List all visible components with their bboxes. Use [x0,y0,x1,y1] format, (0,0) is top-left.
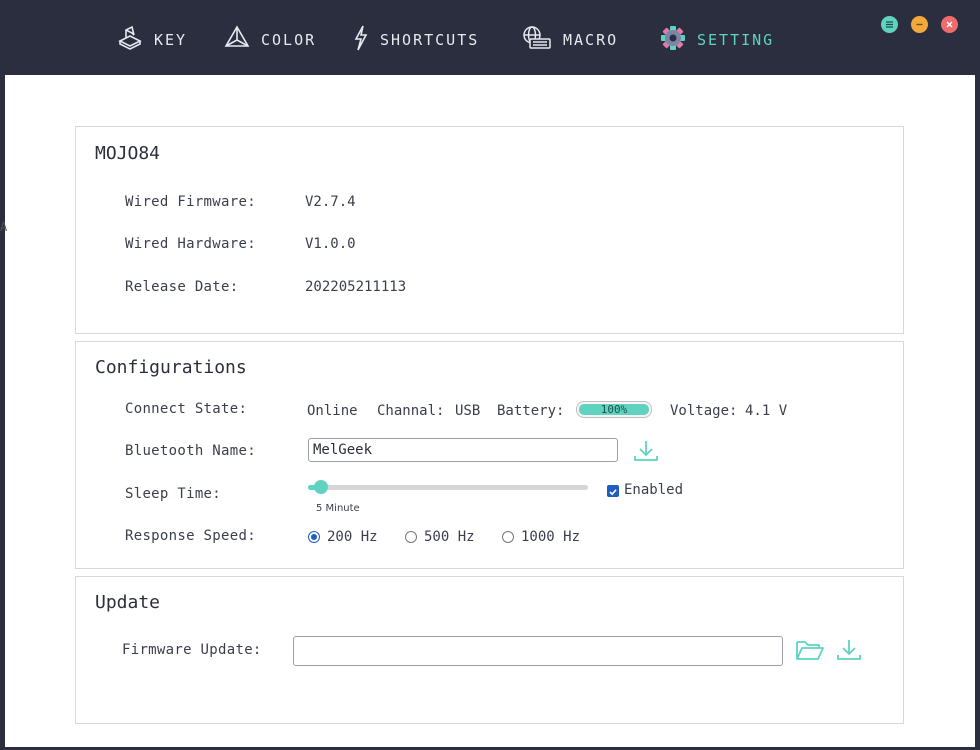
radio-500hz[interactable] [405,531,417,543]
sleep-enabled-checkbox[interactable] [607,485,619,497]
wired-hardware-value: V1.0.0 [305,236,356,252]
release-date-value: 202205211113 [305,279,407,295]
nav-tab-label: SHORTCUTS [380,31,480,49]
firmware-update-label: Firmware Update: [122,642,262,658]
slider-thumb[interactable] [313,480,328,494]
lightning-icon [352,24,380,56]
wired-firmware-value: V2.7.4 [305,194,356,210]
radio-1000hz-label[interactable]: 1000 Hz [521,529,580,545]
radio-500hz-label[interactable]: 500 Hz [424,529,475,545]
minimize-window-button[interactable] [911,16,928,33]
edge-glyph: A [0,220,8,234]
nav-tab-macro[interactable]: MACRO [521,22,618,58]
radio-1000hz[interactable] [502,531,514,543]
download-icon [632,441,660,467]
release-date-label: Release Date: [125,279,239,295]
battery-fill: 100% [579,403,649,416]
device-info-panel: MOJO84 Wired Firmware: V2.7.4 Wired Hard… [75,126,904,334]
nav-tab-label: COLOR [261,31,317,49]
update-title: Update [95,592,161,613]
nav-tab-label: MACRO [563,31,619,49]
sleep-time-label: Sleep Time: [125,486,222,502]
nav-tab-key[interactable]: KEY [116,22,187,58]
save-bluetooth-name-button[interactable] [632,439,660,467]
radio-200hz[interactable] [308,531,320,543]
nav-tab-shortcuts[interactable]: SHORTCUTS [352,22,479,58]
menu-icon [885,20,894,29]
minimize-icon [915,20,924,29]
sleep-enabled-label: Enabled [624,482,684,498]
folder-open-icon [795,641,825,666]
wired-hardware-label: Wired Hardware: [125,236,256,252]
close-icon [945,20,954,29]
nav-tab-setting[interactable]: SETTING [659,22,774,58]
channel-label: Channal: [377,403,445,419]
connection-status: Online [307,403,358,419]
battery-label: Battery: [497,403,565,419]
device-name: MOJO84 [95,143,161,164]
nav-tab-label: KEY [154,31,188,49]
bluetooth-name-label: Bluetooth Name: [125,443,256,459]
top-nav-bar: KEY COLOR SHORTCUTS MACRO SETTING [0,0,980,75]
nav-tab-label: SETTING [697,31,775,49]
wired-firmware-label: Wired Firmware: [125,194,256,210]
keycap-icon [116,24,154,56]
bluetooth-name-input[interactable] [308,438,618,462]
close-window-button[interactable] [941,16,958,33]
connect-state-label: Connect State: [125,401,248,417]
sleep-time-slider[interactable] [308,480,588,494]
open-firmware-file-button[interactable] [795,638,825,666]
voltage-label: Voltage: [670,403,738,419]
response-speed-label: Response Speed: [125,528,256,544]
configurations-title: Configurations [95,357,247,378]
keyboard-globe-icon [521,24,563,56]
window-frame-left [0,0,5,750]
checkmark-icon [608,482,618,501]
gear-icon [659,24,697,56]
download-firmware-button[interactable] [835,638,863,666]
update-panel: Update Firmware Update: [75,576,904,724]
menu-window-button[interactable] [881,16,898,33]
sleep-time-value: 5 Minute [316,503,360,514]
voltage-value: 4.1 V [745,403,788,419]
prism-icon [223,24,261,56]
channel-value: USB [455,403,481,419]
configurations-panel: Configurations Connect State: Online Cha… [75,341,904,569]
firmware-file-input[interactable] [293,636,783,666]
battery-percent: 100% [600,403,628,416]
radio-200hz-label[interactable]: 200 Hz [327,529,378,545]
window-frame-right [975,0,980,750]
nav-tab-color[interactable]: COLOR [223,22,316,58]
download-icon [835,640,863,666]
battery-indicator: 100% [576,401,652,418]
